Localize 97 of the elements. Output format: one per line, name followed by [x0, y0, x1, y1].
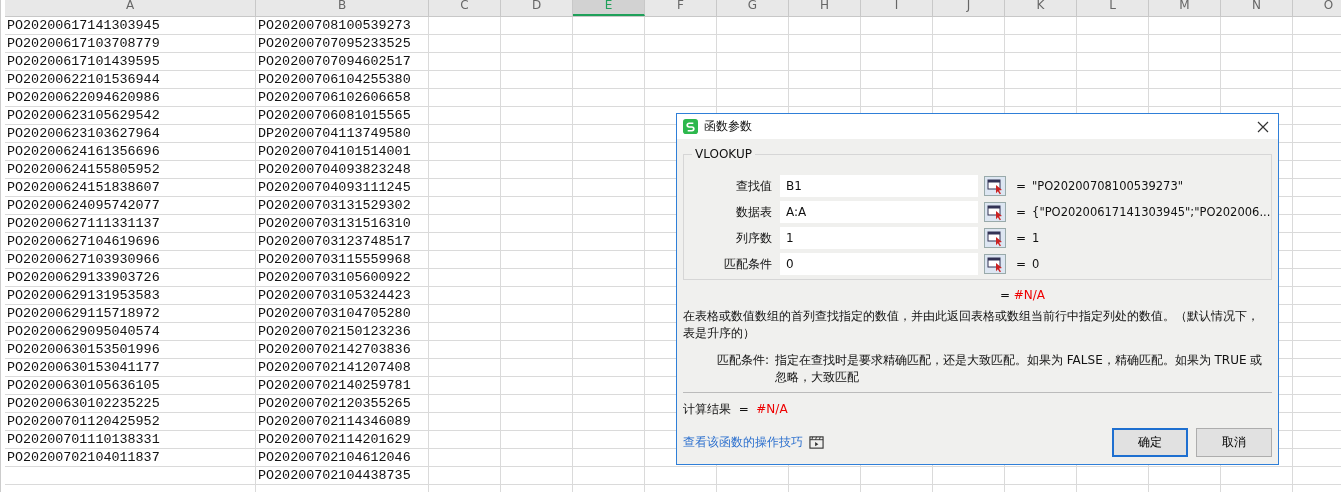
- equals-sign: =: [1016, 257, 1027, 271]
- table-cell: PO20200623103627964: [5, 125, 256, 142]
- table-cell: PO20200702140259781: [256, 377, 429, 394]
- argument-result: 1: [1032, 231, 1040, 245]
- argument-help-text: 指定在查找时是要求精确匹配，还是大致匹配。如果为 FALSE，精确匹配。如果为 TRUE 或忽略，大致匹配: [775, 352, 1264, 386]
- window-title: 函数参数: [704, 118, 752, 135]
- table-cell: PO20200630105636105: [5, 377, 256, 394]
- table-cell: PO20200702114201629: [256, 431, 429, 448]
- table-cell: PO20200627111331137: [5, 215, 256, 232]
- table-cell: PO20200703123748517: [256, 233, 429, 250]
- table-cell: PO20200703105600922: [256, 269, 429, 286]
- column-header[interactable]: A: [5, 0, 256, 16]
- table-cell: PO20200702114346089: [256, 413, 429, 430]
- table-cell: PO20200629115718972: [5, 305, 256, 322]
- table-cell: PO20200702141207408: [256, 359, 429, 376]
- table-cell: PO20200702120355265: [256, 395, 429, 412]
- table-cell: PO20200624155805952: [5, 161, 256, 178]
- table-cell: PO20200703115559968: [256, 251, 429, 268]
- table-cell: PO20200623105629542: [5, 107, 256, 124]
- table-cell: PO20200630102235225: [5, 395, 256, 412]
- range-select-icon[interactable]: [984, 254, 1006, 274]
- table-cell: PO20200627104619696: [5, 233, 256, 250]
- column-header[interactable]: M: [1149, 0, 1221, 16]
- range-select-icon[interactable]: [984, 202, 1006, 222]
- table-cell: PO20200629131953583: [5, 287, 256, 304]
- table-cell: PO20200627103930966: [5, 251, 256, 268]
- argument-result: {"PO20200617141303945";"PO202006...: [1032, 205, 1271, 219]
- help-link[interactable]: 查看该函数的操作技巧: [683, 434, 803, 451]
- argument-help-label: 匹配条件:: [715, 352, 770, 369]
- table-cell: PO20200702104011837: [5, 449, 256, 466]
- column-header[interactable]: G: [717, 0, 789, 16]
- table-cell: PO20200707094602517: [256, 53, 429, 70]
- range-select-icon[interactable]: [984, 228, 1006, 248]
- argument-label: 查找值: [735, 177, 773, 195]
- cancel-button[interactable]: 取消: [1196, 428, 1272, 457]
- argument-label: 数据表: [735, 203, 773, 221]
- table-cell: PO20200706081015565: [256, 107, 429, 124]
- table-cell: PO20200704093111245: [256, 179, 429, 196]
- table-cell: PO20200629095040574: [5, 323, 256, 340]
- table-cell: PO20200706104255380: [256, 71, 429, 88]
- argument-result: "PO20200708100539273": [1032, 179, 1183, 193]
- table-cell: PO20200622094620986: [5, 89, 256, 106]
- table-cell: PO20200701120425952: [5, 413, 256, 430]
- table-cell: DP20200704113749580: [256, 125, 429, 142]
- table-cell: PO20200703131516310: [256, 215, 429, 232]
- argument-field[interactable]: A:A: [780, 201, 978, 223]
- range-select-icon[interactable]: [984, 176, 1006, 196]
- table-cell: PO20200703104705280: [256, 305, 429, 322]
- table-cell: PO20200702104438735: [256, 467, 429, 484]
- column-header[interactable]: C: [429, 0, 501, 16]
- argument-label: 列序数: [735, 229, 773, 247]
- table-cell: PO20200702104612046: [256, 449, 429, 466]
- column-header[interactable]: F: [645, 0, 717, 16]
- table-cell: PO20200701110138331: [5, 431, 256, 448]
- table-cell: PO20200630153501996: [5, 341, 256, 358]
- table-cell: PO20200704101514001: [256, 143, 429, 160]
- calculation-result: 计算结果 = #N/A: [683, 402, 788, 416]
- argument-label: 匹配条件: [723, 255, 773, 273]
- table-cell: PO20200629133903726: [5, 269, 256, 286]
- argument-result: 0: [1032, 257, 1040, 271]
- table-cell: PO20200706102606658: [256, 89, 429, 106]
- table-cell: PO20200622101536944: [5, 71, 256, 88]
- column-header[interactable]: I: [861, 0, 933, 16]
- formula-result: = #N/A: [999, 288, 1046, 302]
- table-cell: PO20200703131529302: [256, 197, 429, 214]
- table-cell: PO20200617141303945: [5, 17, 256, 34]
- argument-field[interactable]: 0: [780, 253, 978, 275]
- table-cell: PO20200624095742077: [5, 197, 256, 214]
- equals-sign: =: [1016, 205, 1027, 219]
- table-cell: PO20200702150123236: [256, 323, 429, 340]
- ok-button[interactable]: 确定: [1112, 428, 1188, 457]
- column-header[interactable]: N: [1221, 0, 1293, 16]
- equals-sign: =: [1016, 231, 1027, 245]
- function-name: VLOOKUP: [692, 147, 755, 161]
- table-cell: PO20200617103708779: [5, 35, 256, 52]
- argument-field[interactable]: B1: [780, 175, 978, 197]
- table-cell: PO20200624151838607: [5, 179, 256, 196]
- column-header[interactable]: O: [1293, 0, 1341, 16]
- equals-sign: =: [1016, 179, 1027, 193]
- column-header[interactable]: K: [1005, 0, 1077, 16]
- table-cell: PO20200617101439595: [5, 53, 256, 70]
- table-cell: PO20200707095233525: [256, 35, 429, 52]
- close-icon[interactable]: [1257, 120, 1269, 133]
- table-cell: PO20200708100539273: [256, 17, 429, 34]
- argument-field[interactable]: 1: [780, 227, 978, 249]
- column-header[interactable]: H: [789, 0, 861, 16]
- function-description: 在表格或数值数组的首列查找指定的数值，并由此返回表格或数组当前行中指定列处的数值。（默认情况下，表是升序的）: [683, 308, 1260, 342]
- column-header[interactable]: J: [933, 0, 1005, 16]
- app-logo-icon: [683, 119, 698, 134]
- table-cell: PO20200704093823248: [256, 161, 429, 178]
- column-header[interactable]: L: [1077, 0, 1149, 16]
- table-cell: PO20200702142703836: [256, 341, 429, 358]
- table-cell: PO20200624161356696: [5, 143, 256, 160]
- table-cell: PO20200630153041177: [5, 359, 256, 376]
- video-icon[interactable]: [809, 435, 824, 450]
- table-cell: PO20200703105324423: [256, 287, 429, 304]
- column-header[interactable]: B: [256, 0, 429, 16]
